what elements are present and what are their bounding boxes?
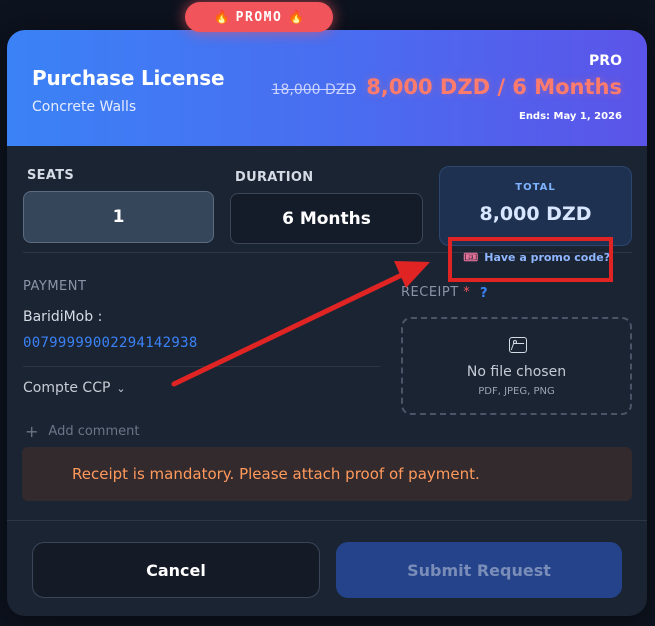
annotation-highlight-box [448, 237, 613, 282]
annotation-arrow [171, 261, 430, 387]
